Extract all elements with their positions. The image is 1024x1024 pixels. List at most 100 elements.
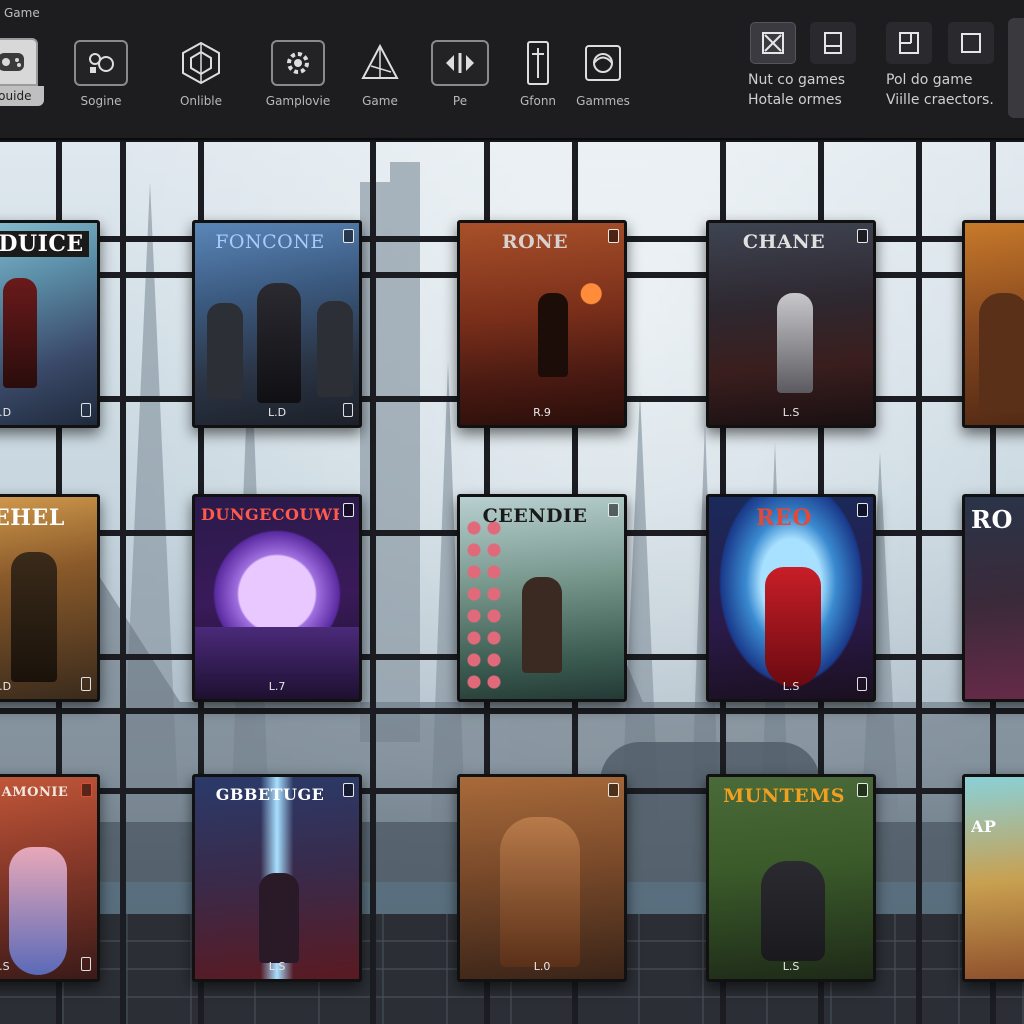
card-title: EHEL [0, 505, 65, 531]
tool-label: Onlible [179, 94, 223, 108]
bookmark-icon[interactable] [857, 677, 867, 691]
character-art [9, 847, 67, 975]
tool-gfonn[interactable]: Gfonn [503, 40, 573, 108]
game-card[interactable] [962, 220, 1024, 428]
game-card[interactable]: CHANE L.S [706, 220, 876, 428]
card-title: CHANE [742, 231, 826, 253]
square-view-button[interactable] [948, 22, 994, 64]
tool-label: Pe [452, 94, 468, 108]
card-title: RONE [501, 231, 569, 253]
menu-icon[interactable] [857, 783, 868, 797]
bookmark-icon[interactable] [81, 957, 91, 971]
square-icon [961, 33, 981, 53]
card-title: AP [971, 817, 997, 836]
card-rating: L.S [782, 960, 800, 973]
tool-sogine[interactable]: Sogine [66, 40, 136, 108]
card-rating: L.0 [533, 960, 551, 973]
tool-label: Gammes [576, 94, 630, 108]
character-art [257, 283, 301, 403]
tool-label: Sogine [80, 94, 122, 108]
game-card[interactable]: DUNGECOUWER L.7 [192, 494, 362, 702]
card-rating: L.D [267, 406, 287, 419]
card-title: MUNTEMS [723, 785, 845, 807]
tool-label: Souide [0, 86, 44, 106]
tool-souide[interactable]: Souide [0, 38, 44, 106]
game-card[interactable]: CEENDIE [457, 494, 627, 702]
card-title: CEENDIE [482, 505, 588, 527]
character-art [500, 817, 580, 967]
game-card[interactable]: AP [962, 774, 1024, 982]
game-card[interactable]: EHEL L.D [0, 494, 100, 702]
card-icon [824, 32, 842, 54]
palette-icon [74, 40, 128, 86]
game-card[interactable]: FONCONE L.D [192, 220, 362, 428]
close-box-button[interactable] [750, 22, 796, 64]
ornate-emblem-icon [576, 40, 630, 86]
character-art [259, 873, 299, 963]
card-title: AMONIE [1, 785, 69, 800]
game-card[interactable]: RONE R.9 [457, 220, 627, 428]
split-arrows-icon [431, 40, 489, 86]
tool-gamplovie[interactable]: Gamplovie [263, 40, 333, 108]
tool-label: Gfonn [519, 94, 557, 108]
close-box-icon [762, 32, 784, 54]
split-view-button[interactable] [886, 22, 932, 64]
tool-label: Game [362, 94, 398, 108]
game-card[interactable]: GBBETUGE L.S [192, 774, 362, 982]
tool-gammes[interactable]: Gammes [568, 40, 638, 108]
menu-icon[interactable] [343, 503, 354, 517]
menu-icon[interactable] [608, 503, 619, 517]
card-title: GBBETUGE [215, 785, 325, 804]
tool-pe[interactable]: Pe [425, 40, 495, 108]
card-title: DUNGECOUWER [201, 505, 339, 524]
menu-icon[interactable] [857, 229, 868, 243]
games-note: Nut co games Hotale ormes [748, 72, 846, 108]
character-art [777, 293, 813, 393]
app-title: Game [4, 6, 40, 20]
character-art [3, 278, 37, 388]
menu-icon[interactable] [608, 783, 619, 797]
game-card[interactable]: DUICE L.D [0, 220, 100, 428]
card-title: FONCONE [215, 231, 325, 253]
triangle-compass-icon [353, 40, 407, 86]
character-art [538, 293, 568, 377]
card-rating: L.S [782, 406, 800, 419]
card-rating: L.S [268, 960, 286, 973]
characters-note: Pol do game Viille craectors. [886, 72, 994, 108]
split-card-icon [899, 32, 919, 54]
game-card[interactable]: RO [962, 494, 1024, 702]
bookmark-icon[interactable] [343, 403, 353, 417]
card-rating: L.7 [268, 680, 286, 693]
game-card[interactable]: AMONIE L.S [0, 774, 100, 982]
game-gallery: DUICE L.D FONCONE L.D RONE R.9 CHANE L.S [0, 142, 1024, 1024]
tool-label: Gamplovie [265, 94, 331, 108]
card-title: REO [756, 505, 812, 531]
game-card[interactable]: MUNTEMS L.S [706, 774, 876, 982]
card-view-button[interactable] [810, 22, 856, 64]
character-art [761, 861, 825, 961]
game-card[interactable]: REO L.S [706, 494, 876, 702]
menu-icon[interactable] [343, 229, 354, 243]
card-rating: R.9 [533, 406, 551, 419]
tool-game[interactable]: Game [345, 40, 415, 108]
hexagon-rune-icon [174, 40, 228, 86]
controller-icon [0, 38, 38, 86]
bookmark-icon[interactable] [81, 677, 91, 691]
card-rating: L.S [782, 680, 800, 693]
character-art [522, 577, 562, 673]
game-card[interactable]: L.0 [457, 774, 627, 982]
bookmark-icon[interactable] [81, 403, 91, 417]
card-title: RO [971, 505, 1013, 534]
character-art [765, 567, 821, 687]
gear-icon [271, 40, 325, 86]
menu-icon[interactable] [857, 503, 868, 517]
sword-pillar-icon [511, 40, 565, 86]
menu-icon[interactable] [81, 783, 92, 797]
scroll-tab[interactable] [1008, 18, 1024, 118]
menu-icon[interactable] [608, 229, 619, 243]
tool-onlible[interactable]: Onlible [166, 40, 236, 108]
character-art [11, 552, 57, 682]
character-art [979, 293, 1024, 413]
card-title: DUICE [0, 231, 89, 257]
menu-icon[interactable] [343, 783, 354, 797]
